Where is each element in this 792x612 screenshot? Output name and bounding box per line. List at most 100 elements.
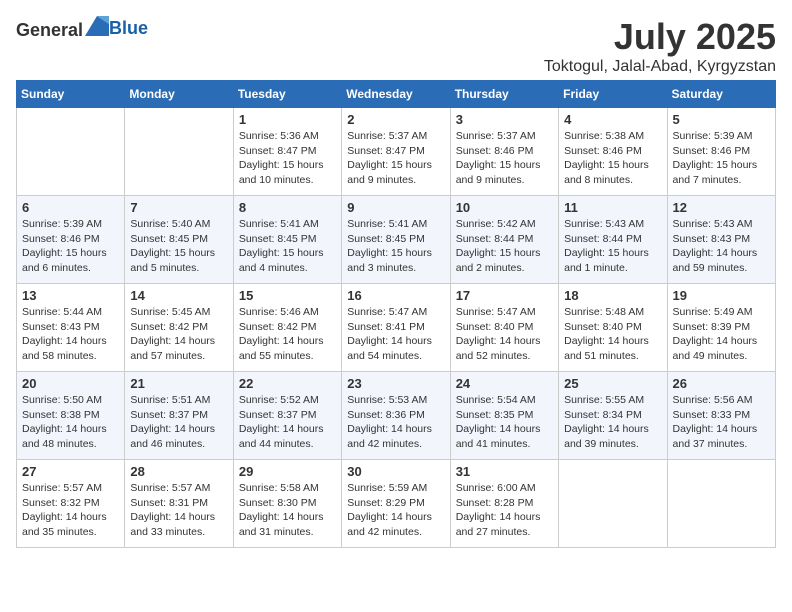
day-info: Sunrise: 5:39 AMSunset: 8:46 PMDaylight:…: [22, 217, 119, 276]
day-info: Sunrise: 5:51 AMSunset: 8:37 PMDaylight:…: [130, 393, 227, 452]
page-header: General Blue July 2025 Toktogul, Jalal-A…: [16, 16, 776, 76]
day-info: Sunrise: 5:40 AMSunset: 8:45 PMDaylight:…: [130, 217, 227, 276]
day-number: 28: [130, 464, 227, 479]
day-info: Sunrise: 5:48 AMSunset: 8:40 PMDaylight:…: [564, 305, 661, 364]
day-number: 1: [239, 112, 336, 127]
day-info: Sunrise: 5:59 AMSunset: 8:29 PMDaylight:…: [347, 481, 444, 540]
calendar-cell: 7 Sunrise: 5:40 AMSunset: 8:45 PMDaylight…: [125, 196, 233, 284]
calendar-cell: 19 Sunrise: 5:49 AMSunset: 8:39 PMDayligh…: [667, 284, 775, 372]
day-info: Sunrise: 5:52 AMSunset: 8:37 PMDaylight:…: [239, 393, 336, 452]
day-number: 21: [130, 376, 227, 391]
calendar-cell: 20 Sunrise: 5:50 AMSunset: 8:38 PMDayligh…: [17, 372, 125, 460]
day-number: 26: [673, 376, 770, 391]
weekday-header: Monday: [125, 81, 233, 108]
day-info: Sunrise: 5:49 AMSunset: 8:39 PMDaylight:…: [673, 305, 770, 364]
day-number: 12: [673, 200, 770, 215]
day-number: 11: [564, 200, 661, 215]
day-number: 7: [130, 200, 227, 215]
day-info: Sunrise: 5:50 AMSunset: 8:38 PMDaylight:…: [22, 393, 119, 452]
day-number: 16: [347, 288, 444, 303]
calendar-cell: [125, 108, 233, 196]
day-info: Sunrise: 5:57 AMSunset: 8:32 PMDaylight:…: [22, 481, 119, 540]
day-info: Sunrise: 5:57 AMSunset: 8:31 PMDaylight:…: [130, 481, 227, 540]
calendar-cell: 24Sunrise: 5:54 AMSunset: 8:35 PMDayligh…: [450, 372, 558, 460]
day-info: Sunrise: 5:45 AMSunset: 8:42 PMDaylight:…: [130, 305, 227, 364]
day-info: Sunrise: 5:36 AMSunset: 8:47 PMDaylight:…: [239, 129, 336, 188]
calendar-cell: 6 Sunrise: 5:39 AMSunset: 8:46 PMDaylight…: [17, 196, 125, 284]
title-area: July 2025 Toktogul, Jalal-Abad, Kyrgyzst…: [544, 16, 776, 76]
calendar-cell: 8 Sunrise: 5:41 AMSunset: 8:45 PMDaylight…: [233, 196, 341, 284]
calendar-cell: 15 Sunrise: 5:46 AMSunset: 8:42 PMDayligh…: [233, 284, 341, 372]
day-number: 8: [239, 200, 336, 215]
weekday-header: Friday: [559, 81, 667, 108]
calendar-cell: 10Sunrise: 5:42 AMSunset: 8:44 PMDayligh…: [450, 196, 558, 284]
calendar-cell: 29Sunrise: 5:58 AMSunset: 8:30 PMDayligh…: [233, 460, 341, 548]
day-info: Sunrise: 5:38 AMSunset: 8:46 PMDaylight:…: [564, 129, 661, 188]
day-number: 30: [347, 464, 444, 479]
calendar-cell: 4 Sunrise: 5:38 AMSunset: 8:46 PMDaylight…: [559, 108, 667, 196]
calendar-cell: 28 Sunrise: 5:57 AMSunset: 8:31 PMDayligh…: [125, 460, 233, 548]
calendar-cell: 27 Sunrise: 5:57 AMSunset: 8:32 PMDayligh…: [17, 460, 125, 548]
day-number: 2: [347, 112, 444, 127]
logo: General Blue: [16, 16, 148, 41]
calendar-cell: 22 Sunrise: 5:52 AMSunset: 8:37 PMDayligh…: [233, 372, 341, 460]
day-info: Sunrise: 5:56 AMSunset: 8:33 PMDaylight:…: [673, 393, 770, 452]
month-title: July 2025: [544, 16, 776, 58]
day-info: Sunrise: 5:43 AMSunset: 8:44 PMDaylight:…: [564, 217, 661, 276]
calendar-cell: 5 Sunrise: 5:39 AMSunset: 8:46 PMDaylight…: [667, 108, 775, 196]
calendar-cell: 30 Sunrise: 5:59 AMSunset: 8:29 PMDayligh…: [342, 460, 450, 548]
calendar-week-row: 20 Sunrise: 5:50 AMSunset: 8:38 PMDayligh…: [17, 372, 776, 460]
day-number: 17: [456, 288, 553, 303]
day-number: 23: [347, 376, 444, 391]
day-info: Sunrise: 5:43 AMSunset: 8:43 PMDaylight:…: [673, 217, 770, 276]
calendar-cell: 1 Sunrise: 5:36 AMSunset: 8:47 PMDaylight…: [233, 108, 341, 196]
weekday-header: Sunday: [17, 81, 125, 108]
day-info: Sunrise: 6:00 AMSunset: 8:28 PMDaylight:…: [456, 481, 553, 540]
day-number: 19: [673, 288, 770, 303]
day-info: Sunrise: 5:37 AMSunset: 8:46 PMDaylight:…: [456, 129, 553, 188]
calendar-cell: 13 Sunrise: 5:44 AMSunset: 8:43 PMDayligh…: [17, 284, 125, 372]
calendar-week-row: 13 Sunrise: 5:44 AMSunset: 8:43 PMDayligh…: [17, 284, 776, 372]
day-info: Sunrise: 5:47 AMSunset: 8:41 PMDaylight:…: [347, 305, 444, 364]
location-title: Toktogul, Jalal-Abad, Kyrgyzstan: [544, 58, 776, 76]
calendar-cell: 9Sunrise: 5:41 AMSunset: 8:45 PMDaylight…: [342, 196, 450, 284]
calendar-cell: 17Sunrise: 5:47 AMSunset: 8:40 PMDayligh…: [450, 284, 558, 372]
day-info: Sunrise: 5:58 AMSunset: 8:30 PMDaylight:…: [239, 481, 336, 540]
day-info: Sunrise: 5:41 AMSunset: 8:45 PMDaylight:…: [239, 217, 336, 276]
day-number: 18: [564, 288, 661, 303]
calendar-cell: 25Sunrise: 5:55 AMSunset: 8:34 PMDayligh…: [559, 372, 667, 460]
calendar-cell: [559, 460, 667, 548]
day-number: 15: [239, 288, 336, 303]
calendar-week-row: 1 Sunrise: 5:36 AMSunset: 8:47 PMDaylight…: [17, 108, 776, 196]
calendar-cell: 26 Sunrise: 5:56 AMSunset: 8:33 PMDayligh…: [667, 372, 775, 460]
calendar-week-row: 27 Sunrise: 5:57 AMSunset: 8:32 PMDayligh…: [17, 460, 776, 548]
day-number: 27: [22, 464, 119, 479]
logo-blue: Blue: [109, 18, 148, 38]
day-info: Sunrise: 5:42 AMSunset: 8:44 PMDaylight:…: [456, 217, 553, 276]
calendar-cell: [17, 108, 125, 196]
calendar-cell: [667, 460, 775, 548]
day-number: 31: [456, 464, 553, 479]
calendar-cell: 12 Sunrise: 5:43 AMSunset: 8:43 PMDayligh…: [667, 196, 775, 284]
day-info: Sunrise: 5:53 AMSunset: 8:36 PMDaylight:…: [347, 393, 444, 452]
calendar-cell: 3Sunrise: 5:37 AMSunset: 8:46 PMDaylight…: [450, 108, 558, 196]
day-info: Sunrise: 5:46 AMSunset: 8:42 PMDaylight:…: [239, 305, 336, 364]
day-number: 20: [22, 376, 119, 391]
weekday-header: Tuesday: [233, 81, 341, 108]
day-number: 14: [130, 288, 227, 303]
day-info: Sunrise: 5:41 AMSunset: 8:45 PMDaylight:…: [347, 217, 444, 276]
logo-icon: [85, 16, 109, 36]
day-number: 4: [564, 112, 661, 127]
day-number: 5: [673, 112, 770, 127]
day-number: 13: [22, 288, 119, 303]
day-info: Sunrise: 5:39 AMSunset: 8:46 PMDaylight:…: [673, 129, 770, 188]
day-info: Sunrise: 5:44 AMSunset: 8:43 PMDaylight:…: [22, 305, 119, 364]
weekday-header-row: SundayMondayTuesdayWednesdayThursdayFrid…: [17, 81, 776, 108]
calendar-cell: 11 Sunrise: 5:43 AMSunset: 8:44 PMDayligh…: [559, 196, 667, 284]
logo-general: General: [16, 20, 83, 40]
calendar-cell: 16 Sunrise: 5:47 AMSunset: 8:41 PMDayligh…: [342, 284, 450, 372]
day-number: 6: [22, 200, 119, 215]
calendar-cell: 18 Sunrise: 5:48 AMSunset: 8:40 PMDayligh…: [559, 284, 667, 372]
day-number: 22: [239, 376, 336, 391]
day-number: 25: [564, 376, 661, 391]
